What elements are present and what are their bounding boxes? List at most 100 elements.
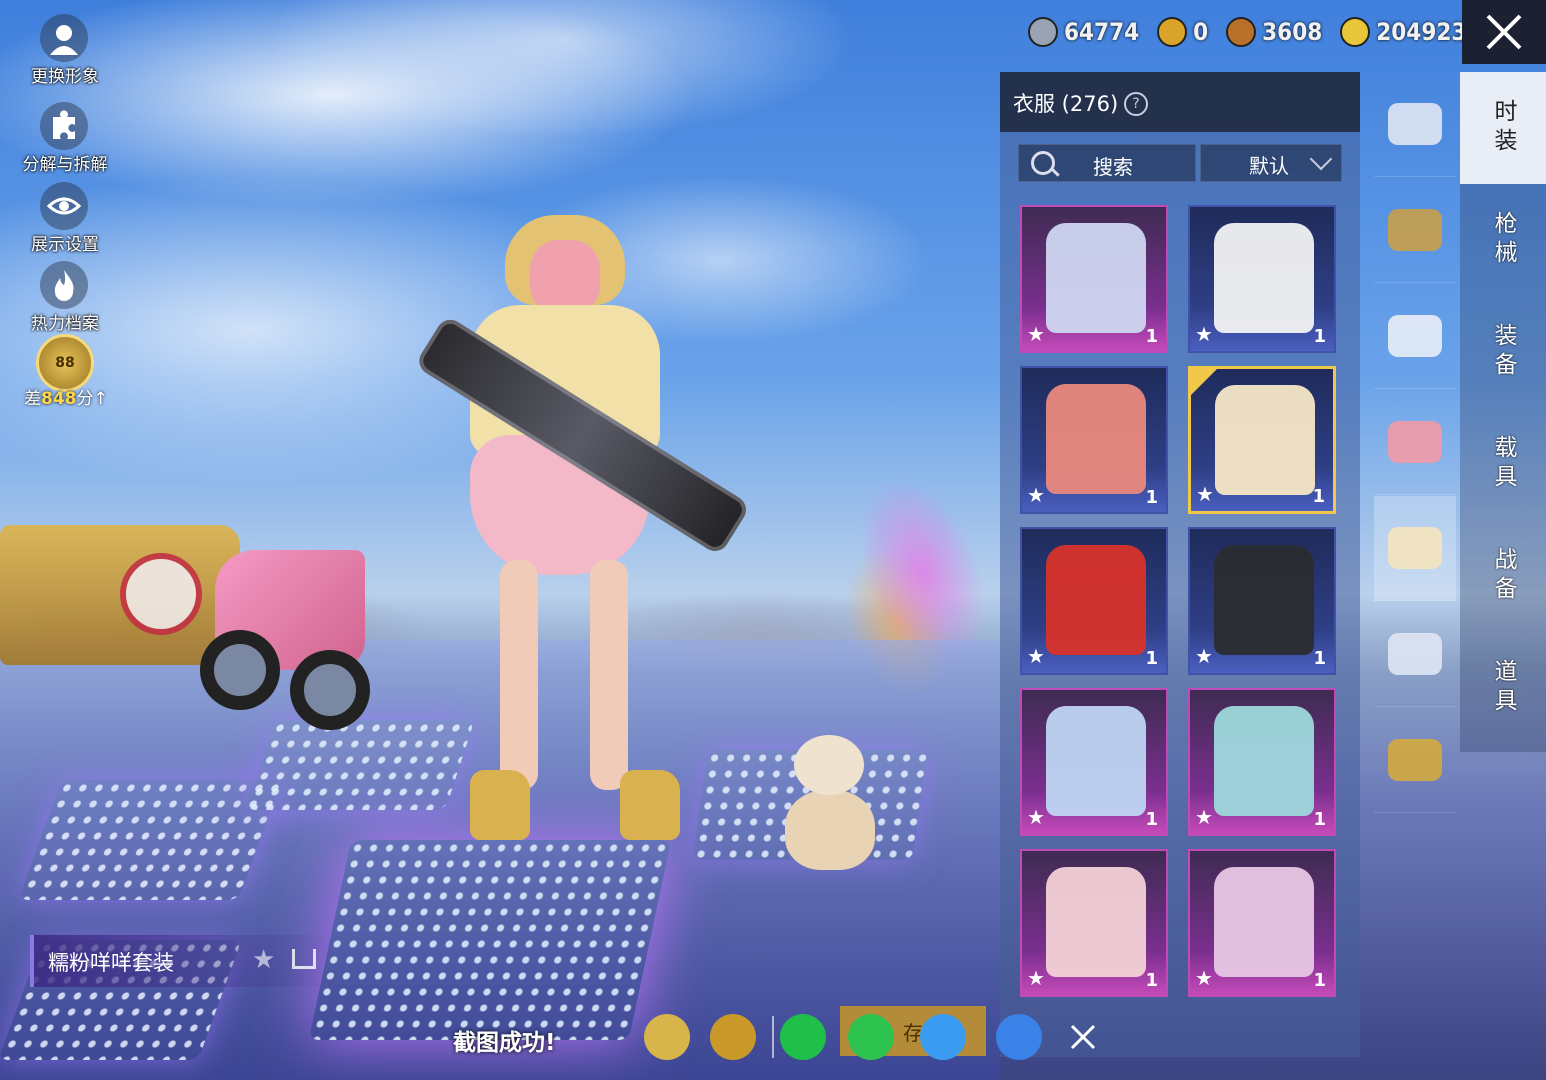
character-leg [500, 560, 538, 790]
display-settings-label: 展示设置 [31, 235, 99, 255]
qzone-icon[interactable] [996, 1014, 1042, 1060]
item-card[interactable]: ★ 1 [1188, 205, 1336, 353]
character-shoe [620, 770, 680, 840]
category-tabs: 时装枪械装备 载具 战备道具 [1460, 72, 1546, 752]
category-mask[interactable] [1374, 390, 1456, 495]
panel-header: 衣服 (276) ? [1000, 72, 1360, 132]
tab-0[interactable]: 时装 [1460, 72, 1546, 184]
tab-3[interactable]: 载具 [1460, 408, 1546, 520]
help-icon[interactable]: ? [1124, 92, 1148, 116]
currency-gold[interactable]: 0 [1157, 12, 1208, 52]
tab-label: 道具 [1490, 659, 1516, 717]
change-avatar-label: 更换形象 [31, 67, 99, 87]
star-icon: ★ [1196, 482, 1214, 506]
category-shoes[interactable] [1374, 708, 1456, 813]
rank-prefix: 差 [24, 389, 41, 409]
item-count: 1 [1312, 486, 1325, 507]
item-card[interactable]: ★ 1 [1020, 688, 1168, 836]
item-card[interactable]: ★ 1 [1188, 527, 1336, 675]
decompose-button[interactable]: 分解与拆解 [10, 102, 120, 175]
category-hat[interactable] [1374, 178, 1456, 283]
item-art [1215, 385, 1315, 495]
item-card[interactable]: ★ 1 [1188, 849, 1336, 997]
currency-bronze[interactable]: 3608 [1226, 12, 1322, 52]
all-category-icon [1388, 103, 1442, 145]
currency-silver[interactable]: 64774 [1028, 12, 1139, 52]
game-logo-icon[interactable] [710, 1014, 756, 1060]
item-card[interactable]: ★ 1 [1188, 366, 1336, 514]
item-card[interactable]: ★ 1 [1188, 688, 1336, 836]
star-icon: ★ [1195, 966, 1213, 990]
screenshot-status: 截图成功! [453, 1030, 556, 1056]
sort-dropdown[interactable]: 默认 [1200, 144, 1342, 182]
flame-icon [40, 261, 88, 309]
outfit-icon [1388, 527, 1442, 569]
heat-record-button[interactable]: 热力档案 [10, 261, 120, 334]
character-mask [530, 240, 600, 315]
currency-value: 0 [1193, 18, 1209, 46]
floor-tile [18, 780, 282, 900]
item-art [1046, 223, 1146, 333]
currency-value: 3608 [1262, 18, 1323, 46]
category-glasses[interactable] [1374, 284, 1456, 389]
currency-bar: 64774 0 3608 204923 [1028, 12, 1466, 52]
share-icon[interactable] [292, 949, 316, 969]
star-icon: ★ [1027, 644, 1045, 668]
currency-energy[interactable]: 204923 [1340, 12, 1466, 52]
item-count: 1 [1145, 487, 1158, 508]
category-pants[interactable] [1374, 602, 1456, 707]
decompose-label: 分解与拆解 [22, 155, 108, 175]
tab-2[interactable]: 装备 [1460, 296, 1546, 408]
item-art [1046, 706, 1146, 816]
rank-suffix: 分 [76, 389, 94, 409]
search-icon [1031, 151, 1055, 175]
hat-icon [1388, 209, 1442, 251]
change-avatar-button[interactable]: 更换形象 [10, 14, 120, 87]
moments-icon[interactable] [848, 1014, 894, 1060]
currency-value: 204923 [1376, 18, 1467, 46]
currency-value: 64774 [1064, 18, 1140, 46]
category-all-category[interactable] [1374, 72, 1456, 177]
item-card[interactable]: ★ 1 [1020, 205, 1168, 353]
heat-record-label: 热力档案 [31, 314, 99, 334]
tab-4[interactable]: 战备 [1460, 520, 1546, 632]
tab-label: 枪械 [1490, 211, 1516, 269]
display-settings-button[interactable]: 展示设置 [10, 182, 120, 255]
item-count: 1 [1145, 970, 1158, 991]
pants-icon [1388, 633, 1442, 675]
gold-medal-icon [1157, 17, 1188, 47]
star-icon: ★ [1027, 966, 1045, 990]
search-button[interactable]: 搜索 [1018, 144, 1196, 182]
close-button[interactable] [1462, 0, 1546, 64]
pet-companion[interactable] [780, 735, 880, 875]
tab-label: 时装 [1490, 99, 1516, 157]
category-outfit[interactable] [1374, 496, 1456, 601]
puzzle-icon [40, 102, 88, 150]
screenshot-share-bar: 截图成功! 存 [450, 1006, 1110, 1068]
outfit-bar: 糯粉咩咩套装 ★ [30, 935, 334, 987]
item-card[interactable]: ★ 1 [1020, 849, 1168, 997]
qq-icon[interactable] [920, 1014, 966, 1060]
item-art [1214, 706, 1314, 816]
close-icon [1486, 14, 1522, 50]
player-character[interactable] [414, 215, 810, 865]
motorcycle[interactable] [200, 520, 380, 740]
item-art [1214, 867, 1314, 977]
rank-points: 848 [41, 389, 77, 409]
item-count: 1 [1313, 809, 1326, 830]
item-count: 1 [1313, 648, 1326, 669]
mask-icon [1388, 421, 1442, 463]
camp-icon[interactable] [644, 1014, 690, 1060]
item-card[interactable]: ★ 1 [1020, 366, 1168, 514]
lightning-coin-icon [1340, 17, 1371, 47]
close-share-icon[interactable] [1060, 1014, 1106, 1060]
category-column [1374, 72, 1456, 813]
wechat-icon[interactable] [780, 1014, 826, 1060]
tab-5[interactable]: 道具 [1460, 632, 1546, 744]
star-icon[interactable]: ★ [252, 945, 275, 975]
item-card[interactable]: ★ 1 [1020, 527, 1168, 675]
outfit-name: 糯粉咩咩套装 [48, 951, 174, 975]
character-shoe [470, 770, 530, 840]
tab-1[interactable]: 枪械 [1460, 184, 1546, 296]
glasses-icon [1388, 315, 1442, 357]
